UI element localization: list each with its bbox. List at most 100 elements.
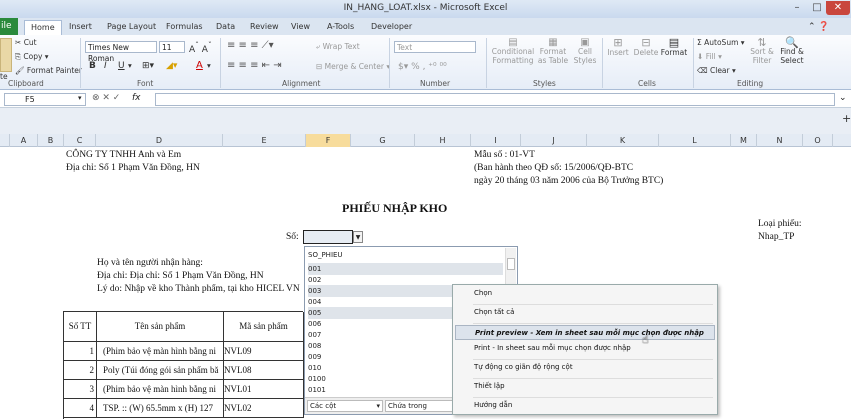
table-header: Mã sản phẩm <box>224 312 304 341</box>
tab-file[interactable]: ile <box>0 18 18 35</box>
expand-formula-icon[interactable]: ⌄ <box>839 93 847 103</box>
copy-icon: ⎘ <box>15 52 21 61</box>
italic-button[interactable]: I <box>104 61 107 71</box>
column-header[interactable]: K <box>587 134 659 147</box>
format-cells-button[interactable]: ▤ Format <box>660 37 688 58</box>
menu-item-select[interactable]: Chọn <box>455 286 715 301</box>
borders-icon[interactable]: ⊞▾ <box>142 61 154 71</box>
font-name-box[interactable]: Times New Roman <box>85 41 157 63</box>
maximize-button[interactable]: □ <box>808 1 826 15</box>
tab-page-layout[interactable]: Page Layout <box>107 20 156 35</box>
copy-button[interactable]: ⎘ Copy ▾ <box>15 52 49 62</box>
so-label: Số: <box>286 232 299 242</box>
wrap-text-button[interactable]: ⤶ Wrap Text <box>316 42 360 52</box>
scrollbar-thumb[interactable] <box>507 258 515 270</box>
name-box[interactable]: F5 <box>4 93 86 106</box>
fill-button[interactable]: ⬇ Fill ▾ <box>697 52 722 61</box>
help-icon[interactable]: ⌃ ❓ <box>808 20 830 35</box>
fx-label[interactable]: fx <box>132 93 141 103</box>
find-select-button[interactable]: 🔍 Find & Select <box>778 37 806 65</box>
row-number: 2 <box>64 361 97 379</box>
formula-bar: F5 ▾ ⊗ ✕ ✓ fx ⌄ <box>0 91 851 108</box>
column-header[interactable]: J <box>521 134 587 147</box>
menu-item-select-all[interactable]: Chọn tất cả <box>455 305 715 320</box>
context-menu: Chọn Chọn tất cả Print preview - Xem in … <box>452 284 718 415</box>
cell-styles-button[interactable]: ▣ Cell Styles <box>571 38 599 66</box>
cancel-icon[interactable]: ⊗ ✕ ✓ <box>92 93 120 103</box>
autosum-button[interactable]: Σ AutoSum ▾ <box>697 38 745 47</box>
font-color-dropdown-icon[interactable]: ▾ <box>207 61 211 70</box>
font-size-box[interactable]: 11 <box>159 41 185 53</box>
bold-button[interactable]: B <box>89 61 96 71</box>
align-left-icon[interactable]: ≡ ≡ ≡ ⇤ ⇥ <box>227 60 282 71</box>
cut-label: Cut <box>23 38 37 47</box>
menu-item-print[interactable]: Print - In sheet sau mỗi mục chọn được n… <box>455 341 715 356</box>
columns-filter-select[interactable]: Các cột ▾ <box>307 400 383 412</box>
percent-symbol: % <box>411 62 420 72</box>
number-format-box[interactable]: Text <box>394 41 476 53</box>
column-header[interactable]: F <box>306 134 351 147</box>
format-as-table-label: Format as Table <box>537 47 569 65</box>
format-painter-button[interactable]: 🖌 Format Painter <box>15 66 82 75</box>
formula-input[interactable] <box>155 93 835 106</box>
close-button[interactable]: ✕ <box>826 1 850 15</box>
combo-dropdown-icon[interactable]: ▼ <box>353 231 363 243</box>
underline-dropdown-icon[interactable]: ▾ <box>128 61 132 70</box>
underline-button[interactable]: U <box>118 61 125 71</box>
contains-filter-input[interactable]: Chứa trong <box>385 400 453 412</box>
menu-item-autofit[interactable]: Tự động co giãn độ rộng cột <box>455 360 715 375</box>
tab-insert[interactable]: Insert <box>69 20 92 35</box>
delete-cells-button[interactable]: ⊟ Delete <box>633 37 659 58</box>
font-color-icon[interactable]: A <box>196 60 203 71</box>
product-code: NVL01 <box>224 380 304 398</box>
add-icon[interactable]: + <box>842 112 851 125</box>
column-header[interactable]: C <box>64 134 96 147</box>
menu-item-print-preview[interactable]: Print preview - Xem in sheet sau mỗi mục… <box>455 325 715 340</box>
select-all-corner[interactable] <box>0 134 10 147</box>
column-header[interactable]: D <box>96 134 223 147</box>
voucher-number-combo[interactable] <box>303 230 353 244</box>
group-divider <box>389 38 390 88</box>
tab-home[interactable]: Home <box>24 20 62 35</box>
group-divider <box>80 38 81 88</box>
align-top-icon[interactable]: ≡ ≡ ≡ ⟋▾ <box>227 40 274 51</box>
clear-button[interactable]: ⌫ Clear ▾ <box>697 66 736 75</box>
row-number: 4 <box>64 399 97 417</box>
insert-cells-button[interactable]: ⊞ Insert <box>606 37 630 58</box>
tab-developer[interactable]: Developer <box>371 20 412 35</box>
format-as-table-button[interactable]: ▦ Format as Table <box>535 38 571 66</box>
column-header[interactable]: N <box>757 134 803 147</box>
number-group-label: Number <box>420 79 451 88</box>
cut-button[interactable]: ✂ Cut <box>15 38 37 47</box>
menu-item-help[interactable]: Hướng dẫn <box>455 398 715 413</box>
tab-view[interactable]: View <box>291 20 310 35</box>
grow-font-icon[interactable]: Aˆ Aˇ <box>189 41 212 55</box>
currency-button[interactable]: $▾ % , ⁺⁰ ⁰⁰ <box>398 62 447 72</box>
tab-atools[interactable]: A-Tools <box>327 20 354 35</box>
fill-color-icon[interactable]: ◢▾ <box>166 61 177 71</box>
sort-filter-label: Sort & Filter <box>750 47 774 65</box>
column-header[interactable]: O <box>803 134 833 147</box>
menu-item-settings[interactable]: Thiết lập <box>455 379 715 394</box>
column-header[interactable]: A <box>10 134 38 147</box>
column-header[interactable]: M <box>731 134 757 147</box>
merge-center-button[interactable]: ⊟ Merge & Center ▾ <box>316 62 390 71</box>
sheet-toolbar-area: + <box>0 108 851 134</box>
minimize-button[interactable]: – <box>788 1 806 15</box>
tab-data[interactable]: Data <box>216 20 235 35</box>
column-header[interactable]: E <box>223 134 306 147</box>
column-header[interactable]: G <box>351 134 415 147</box>
column-header[interactable]: L <box>659 134 731 147</box>
conditional-formatting-button[interactable]: ▤ Conditional Formatting <box>491 38 535 66</box>
column-header[interactable]: B <box>38 134 64 147</box>
paste-button[interactable] <box>0 38 12 72</box>
currency-symbol: $ <box>398 62 404 72</box>
sort-filter-button[interactable]: ⇅ Sort & Filter <box>748 37 776 65</box>
conditional-formatting-label: Conditional Formatting <box>491 47 535 65</box>
column-header[interactable]: I <box>471 134 521 147</box>
reason-text: Lý do: Nhập về kho Thành phẩm, tại kho H… <box>97 284 300 294</box>
column-header[interactable]: H <box>415 134 471 147</box>
tab-formulas[interactable]: Formulas <box>166 20 203 35</box>
name-box-dropdown-icon[interactable]: ▾ <box>78 94 82 102</box>
tab-review[interactable]: Review <box>250 20 279 35</box>
